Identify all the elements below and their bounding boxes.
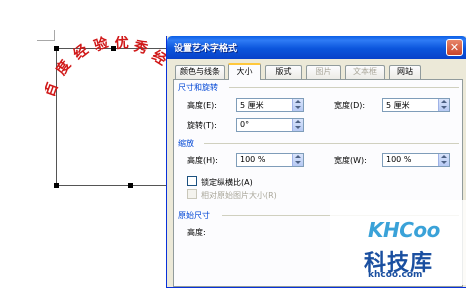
spin-down-icon[interactable] (295, 106, 301, 109)
relative-size-checkbox (187, 189, 197, 199)
watermark-logo: KHCoo (368, 218, 440, 242)
relative-size-label: 相对原始图片大小(R) (201, 191, 277, 200)
spinner-arrows[interactable] (292, 154, 303, 166)
scale-width-label: 宽度(W): (334, 156, 367, 165)
spin-up-icon[interactable] (295, 120, 301, 123)
tab-picture: 图片 (306, 65, 341, 79)
wordart-arc-text[interactable]: 百 度 经 验 优 秀 经 (45, 36, 170, 96)
scale-height-value: 100 % (240, 155, 266, 164)
wordart-char: 验 (92, 36, 112, 55)
wordart-char: 百 (45, 81, 62, 96)
height-spinner[interactable]: 5 厘米 (236, 98, 304, 112)
watermark-url: khcoo.com (368, 270, 423, 280)
close-icon: ✕ (449, 41, 460, 54)
spinner-arrows[interactable] (292, 99, 303, 111)
width-label: 宽度(D): (334, 101, 366, 110)
wordart-char: 秀 (131, 37, 151, 57)
resize-handle-sw[interactable] (54, 183, 59, 188)
tab-colors-lines[interactable]: 颜色与线条 (175, 65, 225, 79)
spinner-arrows[interactable] (438, 99, 449, 111)
spin-up-icon[interactable] (441, 155, 447, 158)
tab-textbox: 文本框 (345, 65, 385, 79)
section-divider (204, 143, 459, 144)
rotate-label: 旋转(T): (187, 121, 217, 130)
spinner-arrows[interactable] (438, 154, 449, 166)
rotate-spinner[interactable]: 0° (236, 118, 304, 132)
spin-up-icon[interactable] (441, 100, 447, 103)
original-height-label: 高度: (187, 228, 206, 237)
resize-handle-s[interactable] (128, 183, 133, 188)
scale-width-value: 100 % (386, 155, 412, 164)
lock-aspect-label[interactable]: 锁定纵横比(A) (201, 177, 253, 188)
wordart-char: 经 (70, 41, 91, 63)
tab-size[interactable]: 大小 (228, 63, 261, 80)
height-label: 高度(E): (187, 101, 217, 110)
scale-height-label: 高度(H): (187, 156, 218, 165)
spin-up-icon[interactable] (295, 155, 301, 158)
height-value: 5 厘米 (240, 101, 264, 110)
tab-website[interactable]: 网站 (389, 65, 421, 79)
spin-up-icon[interactable] (295, 100, 301, 103)
section-title-scale: 缩放 (178, 139, 194, 148)
section-divider (229, 87, 459, 88)
dialog-titlebar[interactable]: 设置艺术字格式 ✕ (167, 36, 466, 59)
spin-down-icon[interactable] (441, 161, 447, 164)
lock-aspect-checkbox[interactable] (187, 176, 197, 186)
width-value: 5 厘米 (386, 101, 410, 110)
scale-height-spinner[interactable]: 100 % (236, 153, 304, 167)
section-title-size-rotate: 尺寸和旋转 (178, 83, 218, 92)
tab-layout[interactable]: 版式 (265, 65, 302, 79)
wordart-char: 度 (52, 56, 75, 78)
wordart-char: 优 (114, 36, 129, 52)
close-button[interactable]: ✕ (446, 39, 463, 56)
spinner-arrows[interactable] (292, 119, 303, 131)
rotate-value: 0° (240, 120, 250, 129)
section-title-original: 原始尺寸 (178, 211, 210, 220)
width-spinner[interactable]: 5 厘米 (382, 98, 450, 112)
spin-down-icon[interactable] (441, 106, 447, 109)
dialog-title: 设置艺术字格式 (174, 44, 238, 54)
spin-down-icon[interactable] (295, 126, 301, 129)
scale-width-spinner[interactable]: 100 % (382, 153, 450, 167)
spin-down-icon[interactable] (295, 161, 301, 164)
